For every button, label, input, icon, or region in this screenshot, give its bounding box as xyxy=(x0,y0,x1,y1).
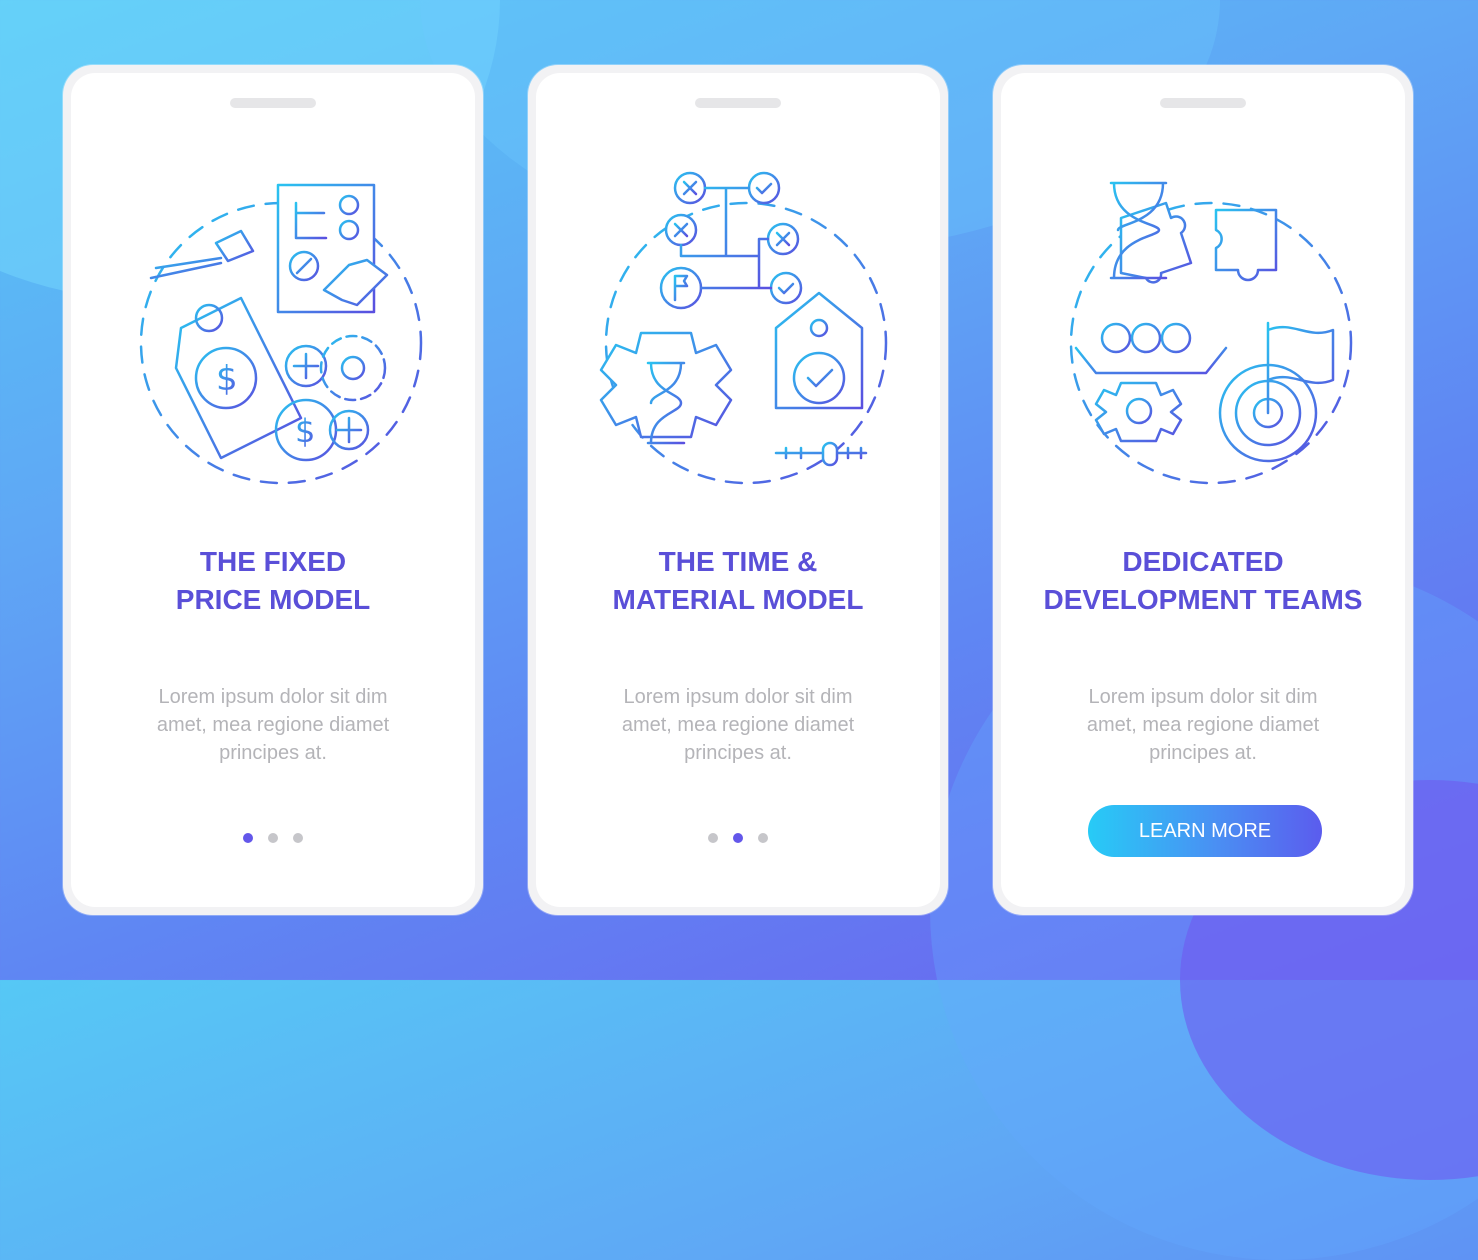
onboarding-screen-fixed-price: $ $ THE FIXED PRICE MODEL Lorem ipsum do… xyxy=(63,65,483,915)
phone-speaker xyxy=(1160,98,1246,108)
page-dot-1[interactable] xyxy=(243,833,253,843)
document-handshake-icon xyxy=(276,183,389,314)
time-material-illustration xyxy=(599,171,888,485)
screen-title: DEDICATED DEVELOPMENT TEAMS xyxy=(1043,546,1363,615)
dedicated-teams-illustration xyxy=(1069,181,1353,485)
decision-tree-icon xyxy=(659,171,803,310)
team-gear-icon xyxy=(1074,322,1228,443)
price-tag-check-icon xyxy=(774,291,868,467)
screen-title: THE TIME & MATERIAL MODEL xyxy=(612,546,864,615)
gear-hourglass-icon xyxy=(599,331,733,445)
screen-description: Lorem ipsum dolor sit dim amet, mea regi… xyxy=(1086,686,1320,764)
dashed-circle xyxy=(1069,201,1353,485)
page-indicator xyxy=(71,833,475,843)
page-dot-3[interactable] xyxy=(758,833,768,843)
screen-description: Lorem ipsum dolor sit dim amet, mea regi… xyxy=(621,686,855,764)
fixed-price-illustration: $ $ xyxy=(139,183,423,485)
page-dot-1[interactable] xyxy=(708,833,718,843)
hourglass-puzzle-icon xyxy=(1109,181,1278,284)
learn-more-button[interactable]: LEARN MORE xyxy=(1088,805,1322,857)
onboarding-screen-time-material: THE TIME & MATERIAL MODEL Lorem ipsum do… xyxy=(528,65,948,915)
onboarding-screen-dedicated-teams: DEDICATED DEVELOPMENT TEAMS Lorem ipsum … xyxy=(993,65,1413,915)
page-dot-3[interactable] xyxy=(293,833,303,843)
page-dot-2[interactable] xyxy=(733,833,743,843)
phone-speaker xyxy=(695,98,781,108)
page-dot-2[interactable] xyxy=(268,833,278,843)
screen-title: THE FIXED PRICE MODEL xyxy=(175,546,371,615)
svg-text:$: $ xyxy=(216,359,238,399)
target-flag-icon xyxy=(1218,321,1335,463)
page-indicator xyxy=(536,833,940,843)
phone-speaker xyxy=(230,98,316,108)
svg-text:$: $ xyxy=(295,412,315,450)
screen-description: Lorem ipsum dolor sit dim amet, mea regi… xyxy=(156,686,390,764)
